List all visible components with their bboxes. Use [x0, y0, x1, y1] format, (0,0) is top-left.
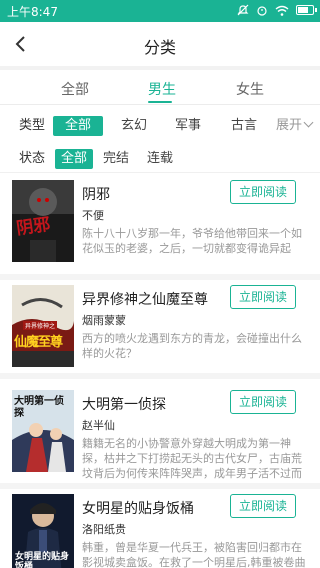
status-filter-all[interactable]: 全部 — [55, 149, 93, 169]
book-title[interactable]: 阴邪 — [82, 184, 110, 204]
book-item[interactable]: 异界修神之 仙魔至尊 异界修神之仙魔至尊 烟雨蒙蒙 西方的喷火龙遇到东方的青龙，… — [0, 285, 320, 385]
read-now-button[interactable]: 立即阅读 — [230, 390, 296, 414]
status-time: 上午8:47 — [7, 5, 58, 19]
tab-all[interactable]: 全部 — [61, 79, 89, 99]
cover-title: 阴邪 — [15, 214, 52, 240]
book-author: 洛阳纸贵 — [82, 523, 126, 536]
book-cover[interactable]: 大明第一侦探 — [12, 390, 74, 472]
tab-female[interactable]: 女生 — [236, 79, 264, 99]
read-now-button[interactable]: 立即阅读 — [230, 180, 296, 204]
separator — [0, 483, 320, 489]
book-description: 籍籍无名的小协警意外穿越大明成为第一神探，枯井之下打捞起无头的古代女尸，古庙荒坟… — [82, 437, 302, 480]
book-description: 西方的喷火龙遇到东方的青龙，会碰撞出什么样的火花？ — [82, 332, 302, 360]
book-item[interactable]: 阴邪 阴邪 不便 陈十八十八岁那一年，爷爷给他带回来一个如花似玉的老婆，之后，一… — [0, 180, 320, 280]
battery-icon — [296, 5, 317, 15]
cover-title: 大明第一侦探 — [14, 396, 64, 419]
type-filter-guyan[interactable]: 古言 — [228, 116, 260, 136]
chevron-down-icon — [303, 117, 314, 128]
book-author: 赵半仙 — [82, 419, 115, 432]
book-cover[interactable]: 异界修神之 仙魔至尊 — [12, 285, 74, 367]
separator — [0, 274, 320, 280]
read-now-button[interactable]: 立即阅读 — [230, 285, 296, 309]
book-cover[interactable]: 阴邪 — [12, 180, 74, 262]
divider — [0, 172, 320, 173]
book-item[interactable]: 大明第一侦探 大明第一侦探 赵半仙 籍籍无名的小协警意外穿越大明成为第一神探，枯… — [0, 390, 320, 490]
book-description: 陈十八十八岁那一年，爷爷给他带回来一个如花似玉的老婆，之后，一切就都变得诡异起来… — [82, 227, 302, 255]
cover-title: 女明星的贴身饭桶 — [15, 552, 70, 568]
page-title: 分类 — [143, 38, 176, 57]
status-filter-label: 状态 — [18, 151, 45, 166]
tab-male[interactable]: 男生 — [148, 79, 176, 99]
status-icons — [237, 4, 317, 16]
type-filter-all[interactable]: 全部 — [53, 116, 103, 136]
separator — [0, 373, 320, 379]
book-title[interactable]: 女明星的贴身饭桶 — [82, 498, 194, 518]
status-filter-row: 状态 全部 完结 连载 — [0, 149, 320, 173]
divider — [0, 104, 320, 105]
book-title[interactable]: 异界修神之仙魔至尊 — [82, 289, 208, 309]
wifi-icon — [275, 5, 289, 16]
type-filter-junshi[interactable]: 军事 — [172, 116, 204, 136]
alarm-icon — [257, 6, 267, 16]
type-filter-row: 类型 全部 玄幻 军事 古言 展开 — [0, 116, 320, 140]
cover-subtitle: 异界修神之 — [23, 321, 58, 330]
book-description: 韩重，曾是华夏一代兵王，被陷害回归都市在影视城卖盒饭。在救了一个明星后,韩重被卷… — [82, 541, 306, 568]
book-author: 不便 — [82, 209, 104, 222]
expand-filter-button[interactable]: 展开 — [272, 116, 316, 136]
status-filter-ongoing[interactable]: 连载 — [146, 149, 174, 169]
gender-tabs: 全部 男生 女生 — [0, 72, 320, 104]
header-bar: 分类 — [0, 22, 320, 66]
type-filter-xuanhuan[interactable]: 玄幻 — [118, 116, 150, 136]
status-filter-completed[interactable]: 完结 — [102, 149, 130, 169]
type-filter-label: 类型 — [18, 118, 45, 133]
book-item[interactable]: 女明星的贴身饭桶 女明星的贴身饭桶 洛阳纸贵 韩重，曾是华夏一代兵王，被陷害回归… — [0, 494, 320, 568]
active-tab-indicator — [148, 101, 172, 103]
book-author: 烟雨蒙蒙 — [82, 314, 126, 327]
cover-title: 仙魔至尊 — [14, 335, 63, 350]
read-now-button[interactable]: 立即阅读 — [230, 494, 296, 518]
book-cover[interactable]: 女明星的贴身饭桶 — [12, 494, 74, 568]
book-title[interactable]: 大明第一侦探 — [82, 394, 166, 414]
expand-label: 展开 — [275, 118, 302, 133]
status-bar: 上午8:47 — [0, 0, 320, 22]
section-gap — [0, 66, 320, 70]
mute-icon — [237, 4, 249, 16]
